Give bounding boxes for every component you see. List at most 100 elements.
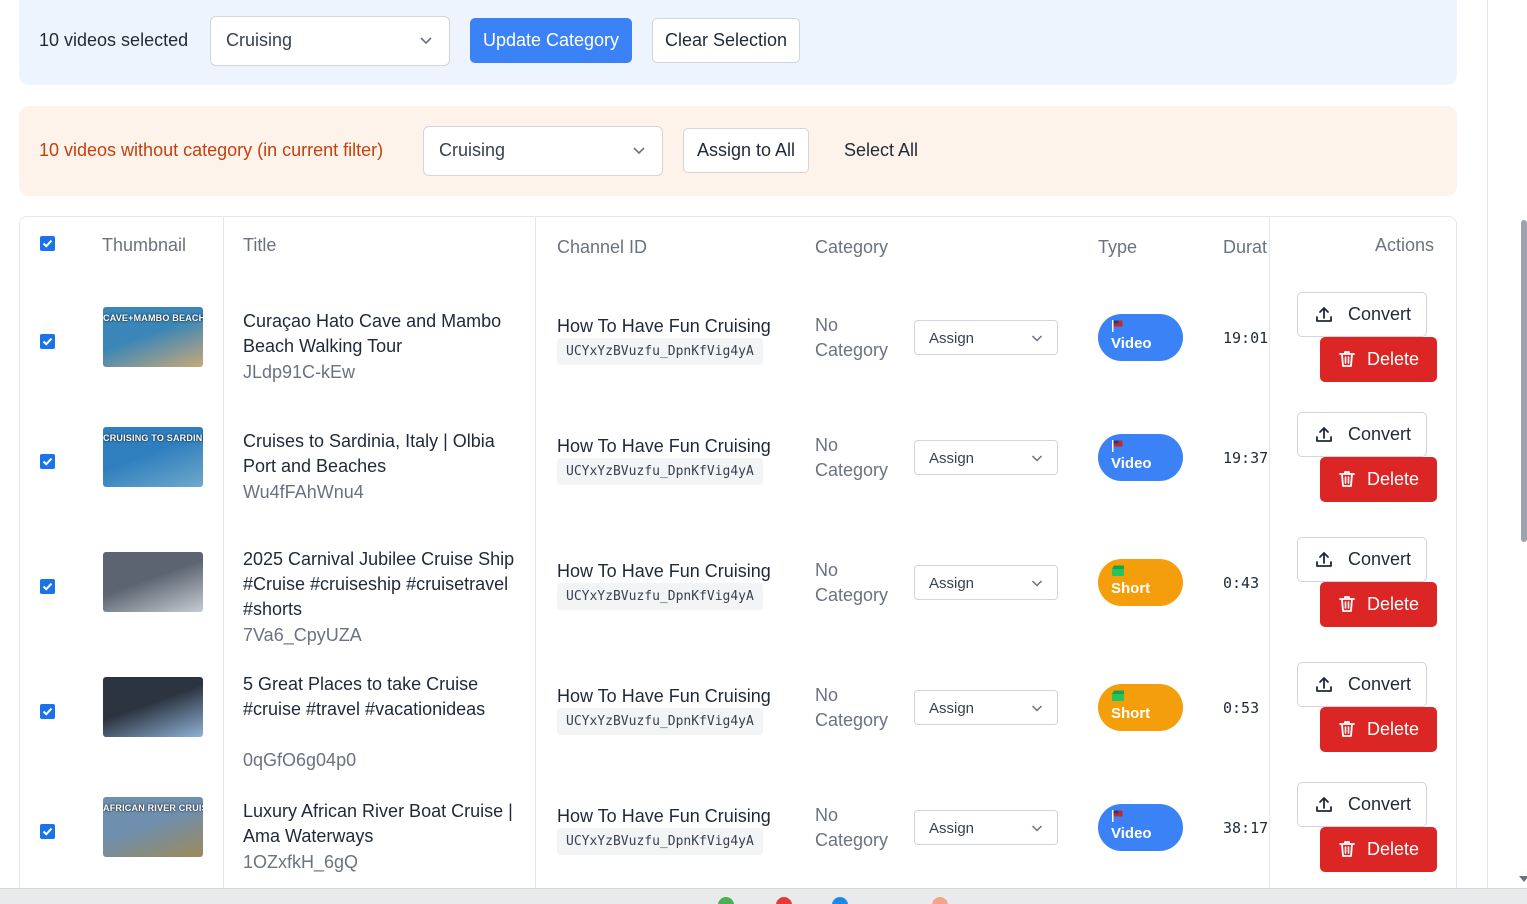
channel-name: How To Have Fun Cruising xyxy=(557,436,771,456)
duration: 19:01 xyxy=(1223,329,1269,347)
update-category-button[interactable]: Update Category xyxy=(470,18,632,63)
video-title: 5 Great Places to take Cruise #cruise #t… xyxy=(243,674,486,719)
convert-label: Convert xyxy=(1348,424,1412,444)
video-manager-page: 10 videos selected Cruising Update Categ… xyxy=(0,0,1527,904)
clapper-icon xyxy=(1112,565,1124,576)
header-channel-id: Channel ID xyxy=(557,237,648,257)
type-label: Short xyxy=(1111,705,1151,722)
assign-all-category-select[interactable]: Cruising xyxy=(423,126,663,176)
assign-label: Assign xyxy=(929,820,975,837)
video-id: Wu4fFAhWnu4 xyxy=(243,482,364,502)
select-all-checkbox[interactable] xyxy=(40,236,55,251)
delete-button[interactable]: Delete xyxy=(1320,457,1437,502)
convert-button[interactable]: Convert xyxy=(1297,412,1427,457)
trash-icon xyxy=(1339,351,1355,367)
delete-button[interactable]: Delete xyxy=(1320,827,1437,872)
convert-button[interactable]: Convert xyxy=(1297,662,1427,707)
delete-label: Delete xyxy=(1367,469,1420,489)
channel-id: UCYxYzBVuzfu_DpnKfVig4yA xyxy=(557,338,763,365)
assign-label: Assign xyxy=(929,450,975,467)
channel-name: How To Have Fun Cruising xyxy=(557,561,771,581)
clear-selection-button[interactable]: Clear Selection xyxy=(652,18,800,63)
channel-id: UCYxYzBVuzfu_DpnKfVig4yA xyxy=(557,828,763,855)
scroll-down-arrow[interactable] xyxy=(1519,876,1527,882)
convert-button[interactable]: Convert xyxy=(1297,292,1427,337)
delete-label: Delete xyxy=(1367,349,1420,369)
bulk-selection-bar: 10 videos selected Cruising Update Categ… xyxy=(19,0,1457,85)
delete-button[interactable]: Delete xyxy=(1320,337,1437,382)
row-checkbox[interactable] xyxy=(40,334,55,349)
video-title: 2025 Carnival Jubilee Cruise Ship #Cruis… xyxy=(243,549,515,619)
taskbar-app-icon[interactable] xyxy=(932,897,948,904)
assign-category-select[interactable]: Assign xyxy=(914,565,1058,600)
category-label: No Category xyxy=(815,315,889,360)
video-thumbnail[interactable]: AFRICAN RIVER CRUISE xyxy=(103,797,203,857)
assign-category-select[interactable]: Assign xyxy=(914,440,1058,475)
chevron-down-icon xyxy=(1031,825,1043,832)
row-checkbox[interactable] xyxy=(40,704,55,719)
table-row: CRUISING TO SARDINIA Cruises to Sardinia,… xyxy=(20,408,1456,528)
trash-icon xyxy=(1339,471,1355,487)
row-checkbox[interactable] xyxy=(40,579,55,594)
row-checkbox[interactable] xyxy=(40,454,55,469)
bulk-category-select[interactable]: Cruising xyxy=(210,16,450,66)
videos-table: Thumbnail Title Channel ID Category Type… xyxy=(19,216,1457,896)
convert-label: Convert xyxy=(1348,549,1412,569)
header-actions: Actions xyxy=(1375,235,1435,255)
taskbar-app-icon[interactable] xyxy=(832,897,848,904)
taskbar-app-icon[interactable] xyxy=(718,897,734,904)
uncategorized-bar: 10 videos without category (in current f… xyxy=(19,106,1457,196)
convert-button[interactable]: Convert xyxy=(1297,537,1427,582)
upload-icon xyxy=(1316,552,1332,567)
assign-to-all-button[interactable]: Assign to All xyxy=(683,128,809,173)
clapper-icon xyxy=(1112,690,1124,701)
duration: 0:43 xyxy=(1223,574,1260,592)
type-badge: Video xyxy=(1098,434,1183,481)
trash-icon xyxy=(1339,721,1355,737)
category-label: No Category xyxy=(815,560,889,605)
assign-all-category-value: Cruising xyxy=(439,140,506,160)
flag-icon xyxy=(1112,320,1123,332)
flag-icon xyxy=(1112,810,1123,822)
convert-label: Convert xyxy=(1348,304,1412,324)
duration: 19:37 xyxy=(1223,449,1269,467)
select-all-button[interactable]: Select All xyxy=(844,140,918,161)
header-duration: Durat xyxy=(1223,237,1268,257)
delete-button[interactable]: Delete xyxy=(1320,707,1437,752)
taskbar-app-icon[interactable] xyxy=(776,897,792,904)
channel-name: How To Have Fun Cruising xyxy=(557,316,771,336)
header-category: Category xyxy=(815,237,889,257)
selected-count: 10 videos selected xyxy=(39,30,189,50)
upload-icon xyxy=(1316,677,1332,692)
chevron-down-icon xyxy=(1031,335,1043,342)
chevron-down-icon xyxy=(1031,705,1043,712)
scrollbar-thumb[interactable] xyxy=(1521,220,1527,542)
table-row: 5 Great Places to take Cruise #cruise #t… xyxy=(20,658,1456,778)
page-divider xyxy=(1487,0,1488,888)
assign-category-select[interactable]: Assign xyxy=(914,690,1058,725)
video-thumbnail[interactable] xyxy=(103,552,203,612)
video-thumbnail[interactable]: CRUISING TO SARDINIA xyxy=(103,427,203,487)
assign-category-select[interactable]: Assign xyxy=(914,320,1058,355)
delete-button[interactable]: Delete xyxy=(1320,582,1437,627)
assign-category-select[interactable]: Assign xyxy=(914,810,1058,845)
channel-id: UCYxYzBVuzfu_DpnKfVig4yA xyxy=(557,708,763,735)
duration: 38:17 xyxy=(1223,819,1269,837)
table-row: 2025 Carnival Jubilee Cruise Ship #Cruis… xyxy=(20,533,1456,653)
table-row: CAVE+MAMBO BEACH Curaçao Hato Cave and Ma… xyxy=(20,288,1456,408)
delete-label: Delete xyxy=(1367,719,1420,739)
video-thumbnail[interactable]: CAVE+MAMBO BEACH xyxy=(103,307,203,367)
video-thumbnail[interactable] xyxy=(103,677,203,737)
assign-label: Assign xyxy=(929,330,975,347)
header-type: Type xyxy=(1098,237,1138,257)
table-row: AFRICAN RIVER CRUISE Luxury African River… xyxy=(20,778,1456,895)
thumbnail-caption: CRUISING TO SARDINIA xyxy=(103,433,203,443)
chevron-down-icon xyxy=(633,147,645,155)
delete-label: Delete xyxy=(1367,594,1420,614)
type-badge: Video xyxy=(1098,804,1183,851)
convert-button[interactable]: Convert xyxy=(1297,782,1427,827)
upload-icon xyxy=(1316,427,1332,442)
channel-id: UCYxYzBVuzfu_DpnKfVig4yA xyxy=(557,458,763,485)
row-checkbox[interactable] xyxy=(40,824,55,839)
channel-name: How To Have Fun Cruising xyxy=(557,806,771,826)
